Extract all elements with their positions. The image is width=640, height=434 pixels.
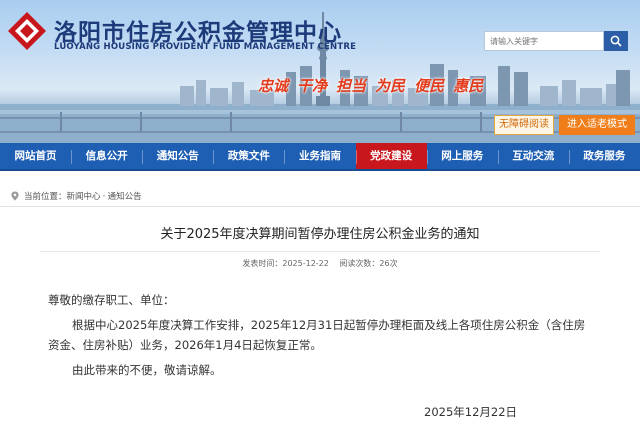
nav-item-notices[interactable]: 通知公告 xyxy=(142,143,213,169)
breadcrumb-label: 当前位置： xyxy=(24,192,67,202)
slogan: 便民 xyxy=(414,77,445,95)
nav-item-interaction[interactable]: 互动交流 xyxy=(497,143,569,169)
publish-time: 发表时间：2025-12-22 xyxy=(242,259,329,268)
location-pin-icon xyxy=(11,191,19,201)
nav-item-info-disclosure[interactable]: 信息公开 xyxy=(71,143,142,169)
article-paragraph: 由此带来的不便，敬请谅解。 xyxy=(72,363,222,377)
article-greeting: 尊敬的缴存职工、单位： xyxy=(48,293,175,307)
accessibility-reading-button[interactable]: 无障碍阅读 xyxy=(494,115,554,135)
article-title: 关于2025年度决算期间暂停办理住房公积金业务的通知 xyxy=(160,227,480,242)
search-button[interactable] xyxy=(604,31,628,51)
article-paragraph-line: 资金、住房补贴）业务，2026年1月4日起恢复正常。 xyxy=(48,338,322,352)
breadcrumb: 当前位置： 新闻中心 - 通知公告 xyxy=(10,190,142,202)
nav-item-policy-docs[interactable]: 政策文件 xyxy=(213,143,284,169)
search-input[interactable] xyxy=(484,31,604,51)
nav-item-party-building[interactable]: 党政建设 xyxy=(355,143,427,169)
view-count: 阅读次数：26次 xyxy=(339,259,398,268)
article-date: 2025年12月22日 xyxy=(424,405,518,419)
site-subtitle: LUOYANG HOUSING PROVIDENT FUND MANAGEMEN… xyxy=(54,42,357,52)
nav-item-business-guide[interactable]: 业务指南 xyxy=(284,143,355,169)
main-nav: 网站首页 信息公开 通知公告 政策文件 业务指南 党政建设 网上服务 互动交流 … xyxy=(0,143,640,171)
nav-item-home[interactable]: 网站首页 xyxy=(0,143,71,169)
slogan: 惠民 xyxy=(453,77,484,95)
slogan: 忠诚 xyxy=(258,77,289,95)
breadcrumb-separator: - xyxy=(102,191,106,201)
nav-item-online-service[interactable]: 网上服务 xyxy=(426,143,498,169)
slogan: 干净 xyxy=(297,77,328,95)
breadcrumb-link-notices[interactable]: 通知公告 xyxy=(108,190,142,202)
elder-mode-button[interactable]: 进入适老模式 xyxy=(559,115,635,135)
red-diamond-logo-icon xyxy=(8,12,46,50)
breadcrumb-link-news-center[interactable]: 新闻中心 xyxy=(67,190,101,202)
header-banner: 洛阳市住房公积金管理中心 LUOYANG HOUSING PROVIDENT F… xyxy=(0,0,640,143)
article-paragraph-line: 根据中心2025年度决算工作安排，2025年12月31日起暂停办理柜面及线上各项… xyxy=(72,318,586,332)
title-divider xyxy=(40,251,600,252)
breadcrumb-divider xyxy=(0,206,640,207)
search-icon xyxy=(610,35,622,47)
slogan: 担当 xyxy=(336,77,367,95)
slogan-row: 忠诚 干净 担当 为民 便民 惠民 xyxy=(258,75,483,96)
slogan: 为民 xyxy=(375,77,406,95)
article-meta: 发表时间：2025-12-22 阅读次数：26次 xyxy=(0,258,640,269)
nav-item-gov-service[interactable]: 政务服务 xyxy=(568,143,640,169)
page: 洛阳市住房公积金管理中心 LUOYANG HOUSING PROVIDENT F… xyxy=(0,0,640,434)
